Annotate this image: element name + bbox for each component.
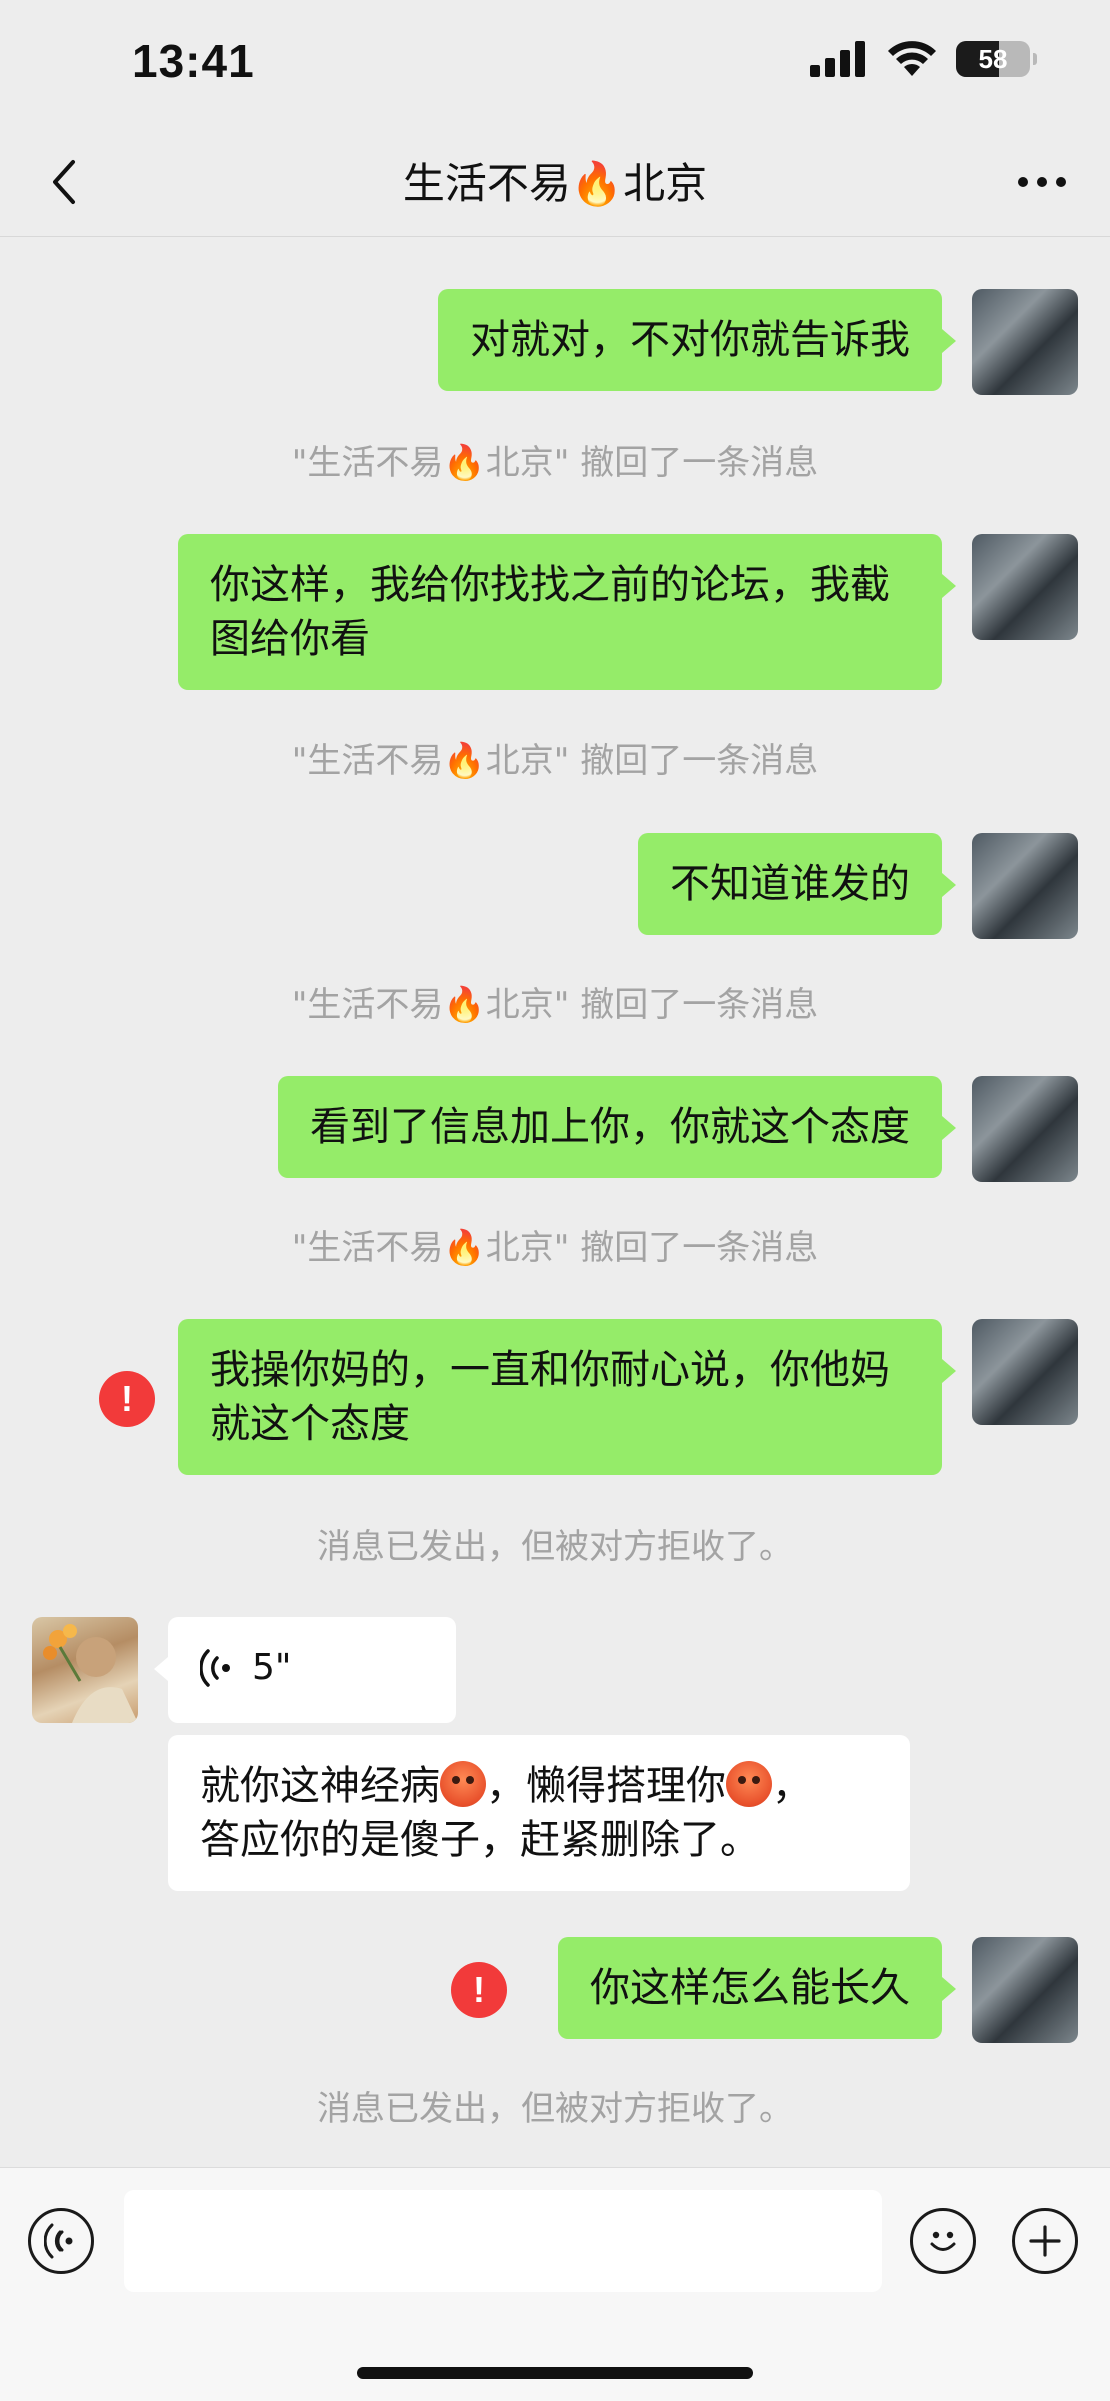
rejected-notice: 消息已发出，但被对方拒收了。: [317, 2089, 793, 2129]
emoji-icon: [930, 2231, 956, 2251]
self-avatar[interactable]: [972, 1076, 1078, 1182]
message-row: 就你这神经病 ，懒得搭理你 ， 答应你的是傻子，赶紧删除了。: [0, 1735, 1110, 1895]
self-avatar[interactable]: [972, 534, 1078, 640]
send-failed-icon[interactable]: !: [451, 1962, 507, 2018]
voice-input-button[interactable]: [28, 2208, 94, 2274]
angry-face-icon: [440, 1761, 486, 1807]
message-row: 看到了信息加上你，你就这个态度: [0, 1076, 1110, 1182]
received-message-bubble[interactable]: 就你这神经病 ，懒得搭理你 ， 答应你的是傻子，赶紧删除了。: [168, 1735, 910, 1891]
recall-notice: "生活不易🔥北京" 撤回了一条消息: [291, 1228, 819, 1268]
status-icons: 58: [810, 40, 1037, 78]
sent-message-bubble[interactable]: 不知道谁发的: [638, 833, 956, 935]
battery-icon: 58: [956, 41, 1037, 77]
self-avatar[interactable]: [972, 289, 1078, 395]
battery-level: 58: [978, 43, 1008, 74]
voice-duration: 5": [252, 1647, 292, 1688]
voice-message-bubble[interactable]: 5": [154, 1617, 456, 1723]
recall-notice: "生活不易🔥北京" 撤回了一条消息: [291, 741, 819, 781]
message-row: 5": [0, 1617, 1110, 1723]
sent-message-bubble[interactable]: 我操你妈的，一直和你耐心说，你他妈就这个态度: [178, 1319, 956, 1475]
message-text: 答应你的是傻子，赶紧删除了。: [200, 1817, 760, 1863]
chat-area[interactable]: 对就对，不对你就告诉我 "生活不易🔥北京" 撤回了一条消息 你这样，我给你找找之…: [0, 237, 1110, 2167]
message-row: ! 我操你妈的，一直和你耐心说，你他妈就这个态度: [0, 1319, 1110, 1479]
message-text: ，懒得搭理你: [486, 1763, 726, 1809]
home-indicator: [357, 2367, 753, 2379]
recall-notice: "生活不易🔥北京" 撤回了一条消息: [291, 985, 819, 1025]
voice-wave-icon: [200, 1649, 230, 1687]
status-bar: 13:41 58: [0, 0, 1110, 130]
contact-avatar-image: [43, 1624, 138, 1723]
message-text: 就你这神经病: [200, 1763, 440, 1809]
more-icon: [1018, 177, 1066, 187]
message-row: 不知道谁发的: [0, 833, 1110, 939]
sent-message-bubble[interactable]: 对就对，不对你就告诉我: [438, 289, 956, 391]
angry-face-icon: [726, 1761, 772, 1807]
sent-message-bubble[interactable]: 你这样，我给你找找之前的论坛，我截图给你看: [178, 534, 956, 690]
message-row: ! 你这样怎么能长久: [0, 1937, 1110, 2043]
voice-input-icon: [44, 2223, 73, 2259]
message-text: ，: [772, 1763, 812, 1809]
send-failed-icon[interactable]: !: [99, 1371, 155, 1427]
more-button[interactable]: [1002, 152, 1082, 212]
chat-title: 生活不易🔥北京: [402, 159, 708, 208]
rejected-notice: 消息已发出，但被对方拒收了。: [317, 1527, 793, 1567]
self-avatar[interactable]: [972, 1319, 1078, 1425]
sent-message-bubble[interactable]: 你这样怎么能长久: [558, 1937, 956, 2039]
message-row: 对就对，不对你就告诉我: [0, 289, 1110, 395]
contact-avatar[interactable]: [32, 1617, 138, 1723]
plus-button[interactable]: [1012, 2208, 1078, 2274]
input-bar: [0, 2167, 1110, 2401]
sent-message-bubble[interactable]: 看到了信息加上你，你就这个态度: [278, 1076, 956, 1178]
wifi-icon: [888, 41, 936, 76]
message-row: 你这样，我给你找找之前的论坛，我截图给你看: [0, 534, 1110, 694]
self-avatar[interactable]: [972, 1937, 1078, 2043]
message-input[interactable]: [124, 2190, 882, 2292]
emoji-button[interactable]: [910, 2208, 976, 2274]
self-avatar[interactable]: [972, 833, 1078, 939]
plus-icon: [1029, 2225, 1061, 2257]
signal-icon: [810, 41, 865, 77]
recall-notice: "生活不易🔥北京" 撤回了一条消息: [291, 443, 819, 483]
status-time: 13:41: [132, 35, 255, 87]
nav-bar: 生活不易🔥北京: [0, 130, 1110, 237]
